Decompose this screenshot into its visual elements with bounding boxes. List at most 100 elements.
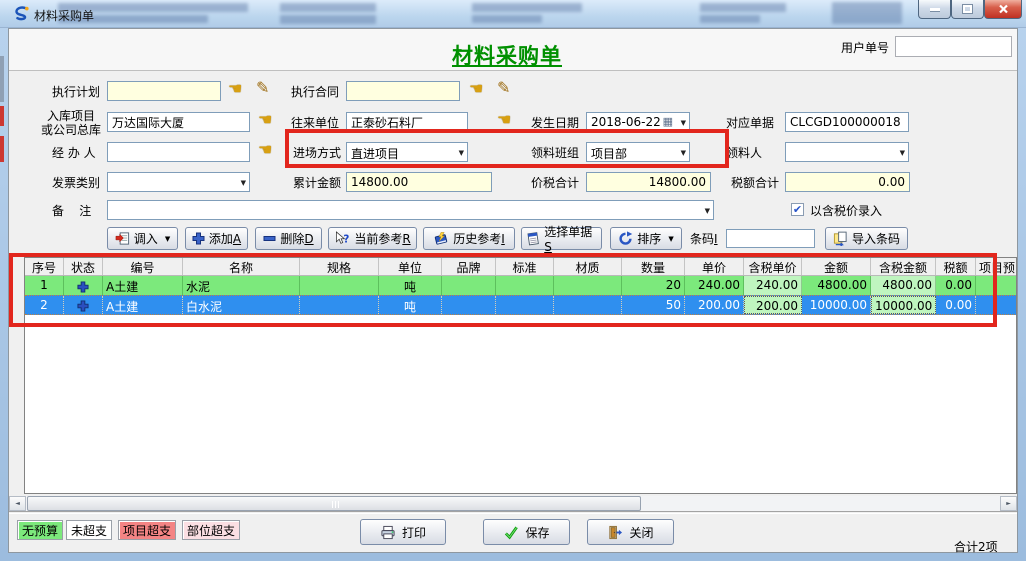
scrollbar-thumb[interactable]	[27, 496, 641, 511]
supplier-label: 往来单位	[291, 116, 339, 130]
delete-row-button[interactable]: 删除D	[255, 227, 322, 250]
col-header[interactable]: 规格	[300, 258, 379, 275]
cell-seq: 2	[25, 296, 64, 314]
select-doc-button[interactable]: 选择单据S	[521, 227, 602, 250]
col-header[interactable]: 单位	[379, 258, 442, 275]
user-no-label: 用户单号	[841, 41, 889, 55]
save-label: 保存	[525, 524, 549, 541]
items-grid[interactable]: 序号 状态 编号 名称 规格 单位 品牌 标准 材质 数量 单价 含税单价 金额…	[24, 257, 1017, 494]
col-header[interactable]: 税额	[936, 258, 976, 275]
cell-status	[64, 276, 103, 295]
cell-material	[554, 276, 622, 295]
cell-tax-price: 200.00	[744, 296, 802, 314]
exec-contract-label: 执行合同	[291, 85, 339, 99]
col-header[interactable]: 数量	[622, 258, 685, 275]
sort-button[interactable]: 排序 ▼	[610, 227, 682, 250]
cell-name: 白水泥	[183, 296, 300, 314]
col-header[interactable]: 项目预	[976, 258, 1017, 275]
cell-code: A土建	[103, 296, 183, 314]
page-title: 材料采购单	[452, 40, 562, 70]
legend-not-over: 未超支	[66, 520, 112, 540]
cell-standard	[496, 296, 554, 314]
col-header[interactable]: 含税金额	[871, 258, 936, 275]
hand-picker-icon[interactable]: ☚	[258, 110, 272, 129]
scroll-right-button[interactable]: ►	[1000, 496, 1017, 511]
chevron-down-icon: ▼	[459, 149, 464, 157]
legend-project-over: 项目超支	[118, 520, 176, 540]
tax-price-checkbox[interactable]: ✔	[791, 203, 804, 216]
pencil-edit-icon[interactable]: ✎	[256, 78, 269, 97]
doc-no-input[interactable]	[785, 112, 909, 132]
hand-picker-icon[interactable]: ☚	[497, 110, 511, 129]
handler-input[interactable]	[107, 142, 250, 162]
history-reference-button[interactable]: 历史参考I	[423, 227, 515, 250]
print-button[interactable]: 打印	[360, 519, 446, 545]
team-select[interactable]: 项目部 ▼	[586, 142, 690, 162]
table-row-selected[interactable]: 2 A土建 白水泥 吨 50 200.00 200.00 10000.00 10…	[25, 295, 1017, 315]
history-reference-hotkey: I	[501, 232, 505, 246]
picker-select[interactable]: ▼	[785, 142, 909, 162]
tax-total-label: 税额合计	[731, 176, 779, 190]
select-doc-label: 选择单据	[544, 225, 592, 239]
background-window-artifact	[0, 56, 4, 102]
hand-picker-icon[interactable]: ☚	[228, 79, 242, 98]
col-header[interactable]: 名称	[183, 258, 300, 275]
chevron-down-icon: ▼	[900, 149, 905, 157]
cell-status	[64, 296, 103, 314]
col-header[interactable]: 编号	[103, 258, 183, 275]
col-header[interactable]: 单价	[685, 258, 744, 275]
total-amount-field	[346, 172, 492, 192]
cell-brand	[442, 296, 496, 314]
background-window-artifact	[0, 136, 4, 162]
col-header[interactable]: 品牌	[442, 258, 496, 275]
entry-mode-select[interactable]: 直进项目 ▼	[346, 142, 468, 162]
import-barcode-button[interactable]: 导入条码	[825, 227, 908, 250]
scroll-left-button[interactable]: ◄	[9, 496, 26, 511]
date-picker[interactable]: 2018-06-22 ▦ ▼	[586, 112, 690, 132]
table-row[interactable]: 1 A土建 水泥 吨 20 240.00 240.00 4800.00 4800…	[25, 276, 1017, 295]
exec-plan-input[interactable]	[107, 81, 221, 101]
pencil-edit-icon[interactable]: ✎	[497, 78, 510, 97]
col-header[interactable]: 标准	[496, 258, 554, 275]
save-button[interactable]: 保存	[483, 519, 570, 545]
close-form-button[interactable]: 关闭	[587, 519, 674, 545]
sort-label: 排序	[637, 230, 661, 247]
close-button[interactable]	[984, 0, 1022, 19]
cell-amount: 4800.00	[802, 276, 871, 295]
col-header[interactable]: 含税单价	[744, 258, 802, 275]
minimize-button[interactable]	[918, 0, 951, 19]
remark-combo[interactable]: ▼	[107, 200, 714, 220]
background-window-artifact	[280, 15, 376, 24]
pages-import-icon	[833, 231, 848, 246]
divider	[9, 511, 1017, 514]
import-barcode-label: 导入条码	[852, 230, 900, 247]
col-header[interactable]: 材质	[554, 258, 622, 275]
scroll-left-icon: ◄	[15, 500, 20, 507]
hand-picker-icon[interactable]: ☚	[469, 79, 483, 98]
cell-name: 水泥	[183, 276, 300, 295]
add-row-button[interactable]: 添加A	[185, 227, 248, 250]
col-header[interactable]: 序号	[25, 258, 64, 275]
maximize-button[interactable]	[951, 0, 984, 19]
supplier-input[interactable]	[346, 112, 468, 132]
chevron-down-icon: ▼	[241, 179, 246, 187]
hand-picker-icon[interactable]: ☚	[258, 140, 272, 159]
current-reference-button[interactable]: ? 当前参考R	[328, 227, 417, 250]
invoice-type-select[interactable]: ▼	[107, 172, 250, 192]
exec-contract-input[interactable]	[346, 81, 460, 101]
notepad-icon	[526, 231, 540, 246]
background-window-artifact	[472, 3, 582, 12]
handler-label: 经 办 人	[52, 146, 96, 160]
check-icon: ✔	[793, 204, 802, 215]
sort-refresh-icon	[618, 231, 633, 246]
col-header[interactable]: 金额	[802, 258, 871, 275]
col-header[interactable]: 状态	[64, 258, 103, 275]
cell-code: A土建	[103, 276, 183, 295]
horizontal-scrollbar[interactable]: ◄ ►	[9, 496, 1017, 511]
user-no-input[interactable]	[895, 36, 1012, 57]
import-rows-button[interactable]: 调入 ▼	[107, 227, 178, 250]
project-input[interactable]	[107, 112, 250, 132]
green-check-icon	[503, 525, 519, 540]
cell-material	[554, 296, 622, 314]
barcode-input[interactable]	[726, 229, 815, 248]
